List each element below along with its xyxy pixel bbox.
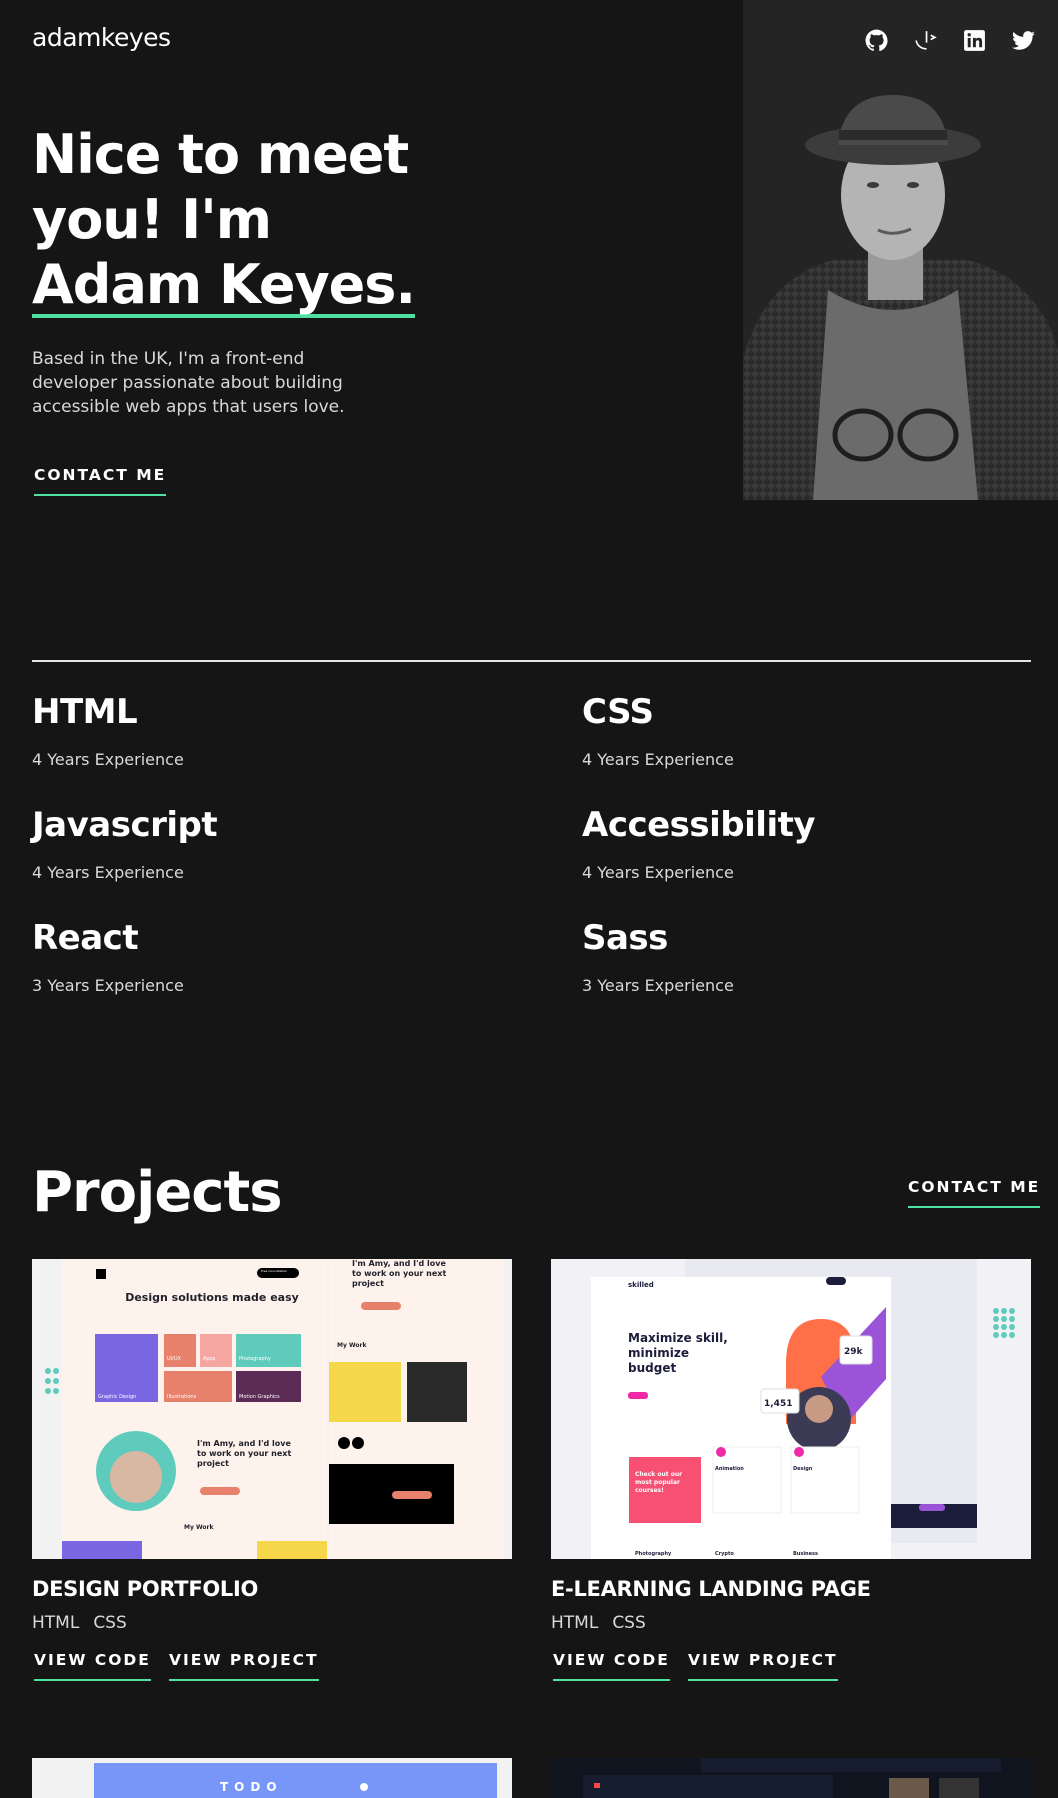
- skill-name: React: [32, 918, 139, 958]
- preview-course: Design: [793, 1466, 813, 1472]
- hero-heading-name: Adam Keyes.: [32, 253, 416, 318]
- preview-tile-label: Illustrations: [167, 1394, 197, 1400]
- frontend-mentor-icon[interactable]: [913, 28, 938, 53]
- skill-name: HTML: [32, 692, 138, 732]
- preview-heading: Maximize skill, minimize budget: [628, 1331, 728, 1375]
- hero-heading-line1: Nice to meet: [32, 123, 409, 186]
- project-card: skilled Maximize skill, minimize budget …: [551, 1259, 1031, 1701]
- preview-heading: Design solutions made easy: [125, 1291, 299, 1304]
- skill-experience: 4 Years Experience: [32, 750, 184, 769]
- preview-cta: Check out our most popular courses!: [635, 1471, 683, 1494]
- skill-item: Sass 3 Years Experience: [582, 918, 734, 995]
- preview-tile-label: Apps: [203, 1356, 216, 1362]
- hero-intro: Based in the UK, I'm a front-end develop…: [32, 349, 345, 417]
- linkedin-icon[interactable]: [962, 28, 987, 53]
- preview-course: Animation: [715, 1466, 744, 1472]
- skill-experience: 4 Years Experience: [582, 750, 734, 769]
- projects-contact-button[interactable]: CONTACT ME: [908, 1178, 1041, 1208]
- preview-stat: 29k: [844, 1347, 863, 1357]
- skill-name: Sass: [582, 918, 668, 958]
- project-card: Design solutions made easy UI/UX Apps Ph…: [32, 1259, 512, 1701]
- skill-experience: 4 Years Experience: [582, 863, 734, 882]
- project-tag: HTML: [32, 1613, 80, 1633]
- project-thumbnail[interactable]: [551, 1758, 1031, 1798]
- preview-section: My Work: [337, 1342, 367, 1349]
- preview-stat: 1,451: [764, 1399, 793, 1409]
- project-thumbnail[interactable]: skilled Maximize skill, minimize budget …: [551, 1259, 1031, 1559]
- hero-heading: Nice to meet you! I'm Adam Keyes.: [32, 122, 492, 318]
- project-thumbnail[interactable]: Design solutions made easy UI/UX Apps Ph…: [32, 1259, 512, 1559]
- view-code-button[interactable]: VIEW CODE: [553, 1651, 670, 1681]
- skill-experience: 4 Years Experience: [32, 863, 184, 882]
- section-divider: [32, 660, 1031, 662]
- project-tags: HTML CSS: [551, 1613, 1031, 1633]
- project-actions: VIEW CODE VIEW PROJECT: [551, 1651, 1031, 1701]
- preview-course: Crypto: [715, 1551, 734, 1557]
- preview-brand: skilled: [628, 1281, 654, 1289]
- site-logo[interactable]: adamkeyes: [32, 23, 171, 52]
- preview-intro: I'm Amy, and I'd love to work on your ne…: [197, 1439, 292, 1468]
- skill-experience: 3 Years Experience: [582, 976, 734, 995]
- preview-course: Business: [793, 1551, 818, 1557]
- skill-item: Javascript 4 Years Experience: [32, 805, 218, 882]
- preview-tile-label: Motion Graphics: [239, 1394, 280, 1400]
- project-title: DESIGN PORTFOLIO: [32, 1577, 259, 1601]
- skill-item: Accessibility 4 Years Experience: [582, 805, 816, 882]
- view-project-button[interactable]: VIEW PROJECT: [169, 1651, 319, 1681]
- skill-name: CSS: [582, 692, 654, 732]
- project-tag: HTML: [551, 1613, 599, 1633]
- social-links: [864, 28, 1036, 53]
- skill-name: Accessibility: [582, 805, 816, 845]
- view-project-button[interactable]: VIEW PROJECT: [688, 1651, 838, 1681]
- todo-title: TODO: [220, 1780, 283, 1794]
- preview-tile-label: Photography: [239, 1356, 271, 1362]
- project-actions: VIEW CODE VIEW PROJECT: [32, 1651, 512, 1701]
- project-tag: CSS: [612, 1613, 646, 1633]
- project-tag: CSS: [93, 1613, 127, 1633]
- profile-portrait: [743, 90, 1058, 500]
- skill-experience: 3 Years Experience: [32, 976, 184, 995]
- project-title: E-LEARNING LANDING PAGE: [551, 1577, 871, 1601]
- projects-heading: Projects: [32, 1160, 283, 1225]
- preview-course: Photography: [635, 1551, 672, 1557]
- preview-tile-label: UI/UX: [167, 1356, 181, 1362]
- twitter-icon[interactable]: [1011, 28, 1036, 53]
- skill-item: React 3 Years Experience: [32, 918, 184, 995]
- view-code-button[interactable]: VIEW CODE: [34, 1651, 151, 1681]
- preview-button: Free Consultation: [261, 1269, 288, 1273]
- skill-item: CSS 4 Years Experience: [582, 692, 734, 769]
- project-tags: HTML CSS: [32, 1613, 512, 1633]
- skill-name: Javascript: [32, 805, 218, 845]
- preview-tile-label: Graphic Design: [98, 1394, 137, 1400]
- preview-intro: I'm Amy, and I'd love to work on your ne…: [352, 1259, 447, 1288]
- skill-item: HTML 4 Years Experience: [32, 692, 184, 769]
- hero-heading-line2: you! I'm: [32, 188, 272, 251]
- github-icon[interactable]: [864, 28, 889, 53]
- project-thumbnail[interactable]: TODO: [32, 1758, 512, 1798]
- preview-section: My Work: [184, 1524, 214, 1531]
- hero-contact-button[interactable]: CONTACT ME: [34, 466, 167, 496]
